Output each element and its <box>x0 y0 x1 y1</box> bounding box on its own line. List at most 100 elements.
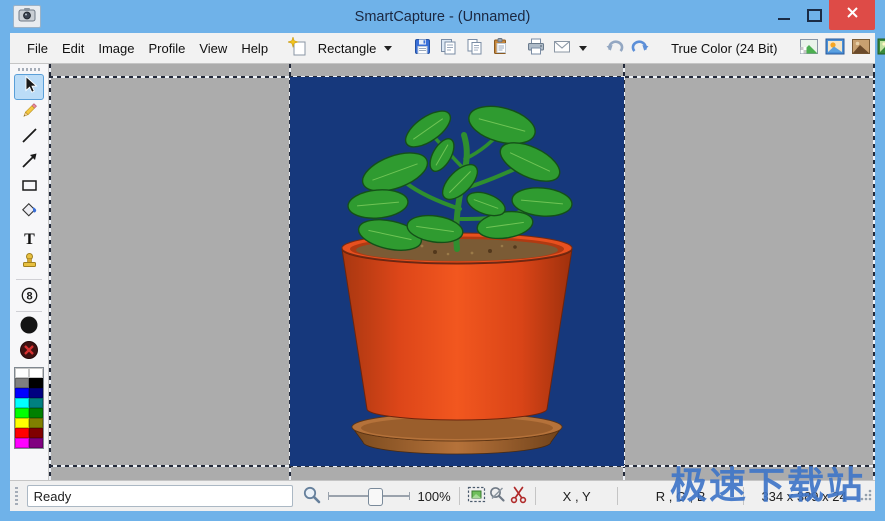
text-tool-glyph: T <box>24 231 35 248</box>
tool-stamp[interactable] <box>15 251 43 275</box>
statusbar-separator <box>743 487 744 505</box>
paste-button[interactable] <box>488 36 512 60</box>
send-options-dropdown[interactable] <box>576 36 590 60</box>
cut-button[interactable] <box>508 485 529 507</box>
arrow-icon <box>20 151 39 175</box>
color-picker-button[interactable] <box>487 485 508 507</box>
menu-view[interactable]: View <box>192 37 234 60</box>
minimize-button[interactable] <box>769 1 799 29</box>
selection-mode-button[interactable] <box>466 485 487 507</box>
transparency-button[interactable] <box>797 36 821 60</box>
save-button[interactable] <box>410 36 434 60</box>
maximize-button[interactable] <box>799 1 829 29</box>
menu-help[interactable]: Help <box>234 37 275 60</box>
palette-swatch[interactable] <box>15 398 29 408</box>
palette-swatch[interactable] <box>29 418 43 428</box>
tool-counter[interactable]: 8 <box>15 283 43 307</box>
palette-swatch[interactable] <box>29 388 43 398</box>
no-color-icon <box>19 340 39 365</box>
canvas-workspace[interactable] <box>49 64 875 481</box>
sepia-effect-button[interactable] <box>849 36 873 60</box>
menu-file[interactable]: File <box>20 37 55 60</box>
palette-swatch[interactable] <box>29 438 43 448</box>
maximize-icon <box>807 9 822 22</box>
copy-icon <box>465 37 484 59</box>
close-button[interactable] <box>829 0 875 30</box>
undo-button[interactable] <box>602 36 626 60</box>
pencil-icon <box>20 101 39 125</box>
print-button[interactable] <box>524 36 548 60</box>
tool-text[interactable]: T <box>15 226 43 250</box>
new-capture-button[interactable] <box>286 36 310 60</box>
zoom-button[interactable] <box>301 485 322 507</box>
line-icon <box>20 126 39 150</box>
color-palette <box>14 367 44 449</box>
tool-rectangle[interactable] <box>15 176 43 200</box>
tool-panel-grip[interactable] <box>18 68 40 71</box>
palette-swatch[interactable] <box>15 378 29 388</box>
captured-image[interactable] <box>290 77 624 466</box>
palette-swatch[interactable] <box>29 378 43 388</box>
palette-swatch[interactable] <box>29 428 43 438</box>
palette-swatch[interactable] <box>15 368 29 378</box>
tool-arrow[interactable] <box>15 151 43 175</box>
guide-line-right-edge <box>873 64 875 481</box>
print-icon <box>526 37 546 59</box>
marquee-selection-icon <box>467 486 486 506</box>
capture-shape-dropdown[interactable]: Rectangle <box>312 36 398 60</box>
color-transparent[interactable] <box>15 340 43 364</box>
tool-select[interactable] <box>14 74 44 100</box>
stamp-icon <box>20 251 39 275</box>
undo-icon <box>604 37 625 59</box>
color-depth-label: True Color (24 Bit) <box>663 41 785 56</box>
palette-swatch[interactable] <box>29 398 43 408</box>
tool-line[interactable] <box>15 126 43 150</box>
menu-toolbar: File Edit Image Profile View Help Rectan… <box>10 33 875 64</box>
statusbar-grip[interactable] <box>15 487 18 505</box>
duplicate-icon <box>439 37 458 59</box>
rectangle-icon <box>20 176 39 200</box>
redo-button[interactable] <box>628 36 652 60</box>
app-menu-button[interactable] <box>13 5 41 28</box>
menu-profile[interactable]: Profile <box>142 37 193 60</box>
redo-icon <box>630 37 651 59</box>
app-window: SmartCapture - (Unnamed) File Edit Image… <box>0 0 885 521</box>
copy-button[interactable] <box>462 36 486 60</box>
sepia-image-icon <box>851 38 871 58</box>
email-button[interactable] <box>550 36 574 60</box>
palette-swatch[interactable] <box>15 428 29 438</box>
palette-swatch[interactable] <box>15 418 29 428</box>
zoom-percent: 100% <box>416 489 453 504</box>
chevron-down-icon <box>384 46 392 51</box>
menu-image[interactable]: Image <box>91 37 141 60</box>
duplicate-button[interactable] <box>436 36 460 60</box>
zoom-slider[interactable] <box>328 487 409 505</box>
transparency-image-icon <box>799 38 819 58</box>
tool-fill[interactable] <box>15 201 43 225</box>
menu-edit[interactable]: Edit <box>55 37 91 60</box>
camera-icon <box>18 7 36 27</box>
palette-swatch[interactable] <box>29 368 43 378</box>
resize-image-button[interactable] <box>875 36 885 60</box>
tool-pencil[interactable] <box>15 101 43 125</box>
save-icon <box>413 37 432 59</box>
palette-swatch[interactable] <box>15 408 29 418</box>
slider-tick <box>409 492 410 500</box>
tool-separator <box>16 279 42 280</box>
palette-swatch[interactable] <box>15 388 29 398</box>
image-dimensions: 334 x 389 x 24 <box>750 489 858 504</box>
status-message-box: Ready <box>27 485 293 507</box>
pixel-color-label: R , G , B <box>624 489 737 504</box>
zoom-slider-thumb[interactable] <box>368 488 383 506</box>
new-capture-icon <box>288 37 308 60</box>
resize-grip[interactable] <box>858 487 873 505</box>
color-current[interactable] <box>15 315 43 339</box>
capture-shape-label: Rectangle <box>314 41 381 56</box>
title-bar: SmartCapture - (Unnamed) <box>0 0 885 33</box>
palette-swatch[interactable] <box>29 408 43 418</box>
email-icon <box>552 37 572 59</box>
color-adjust-button[interactable] <box>823 36 847 60</box>
palette-swatch[interactable] <box>15 438 29 448</box>
statusbar-separator <box>459 487 460 505</box>
magnifier-icon <box>302 485 322 508</box>
